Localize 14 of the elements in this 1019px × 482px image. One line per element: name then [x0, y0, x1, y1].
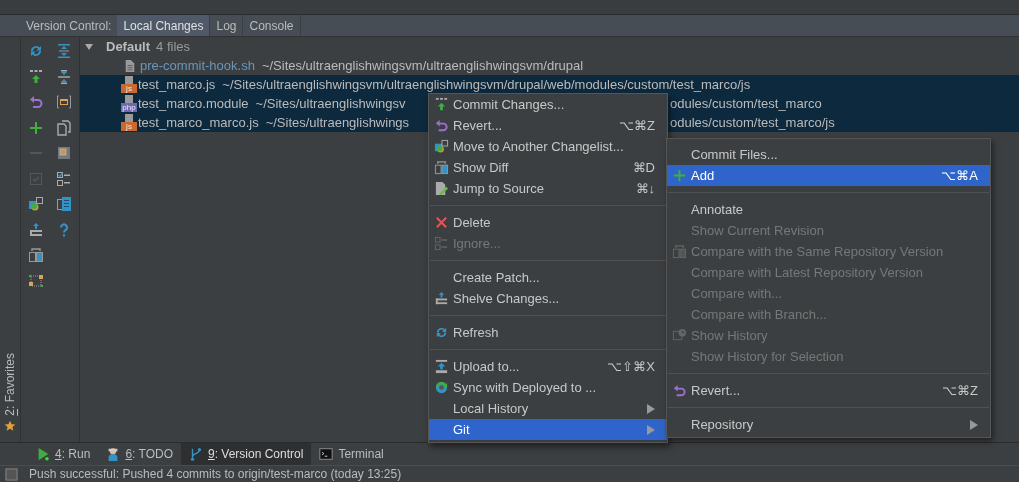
status-message: Push successful: Pushed 4 commits to origin/test-marco (today 13:25)	[29, 467, 402, 481]
file-name: test_marco_marco.js	[138, 115, 259, 130]
file-count: 4 files	[156, 39, 191, 54]
tool-window-title: Version Control:	[25, 17, 113, 35]
file-name: pre-commit-hook.sh	[140, 58, 255, 73]
file-path: ~/Sites/ultraenglishwings	[265, 115, 410, 130]
changelist-name: Default	[106, 39, 151, 54]
file-name: test_marco.module	[138, 96, 249, 111]
file-name: test_marco.js	[138, 77, 216, 92]
file-path: ~/Sites/ultraenglishwingsvm/ultraenglishwingsvm/drupal/web/modules/custom/test_marco/js	[222, 77, 751, 92]
file-path: odules/custom/test_marco	[670, 96, 822, 111]
file-path: odules/custom/test_marco/js	[670, 115, 835, 130]
file-path: ~/Sites/ultraenglishwingsvm/ultraenglishwingsvm/drupal	[261, 58, 584, 73]
file-path: ~/Sites/ultraenglishwingsv	[255, 96, 406, 111]
